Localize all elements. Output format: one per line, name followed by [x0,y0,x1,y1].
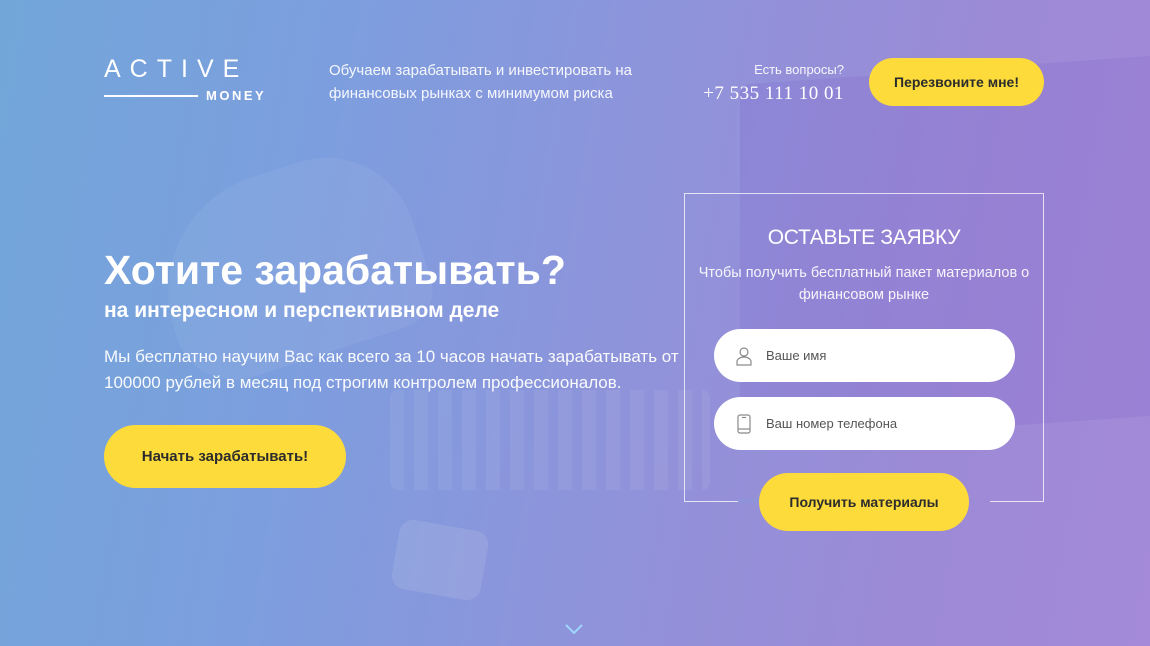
header-tagline: Обучаем зарабатывать и инвестировать на … [329,62,632,102]
hero-subtitle: на интересном и перспективном деле [104,299,500,322]
user-icon [734,345,754,367]
start-earning-button[interactable]: Начать зарабатывать! [104,425,346,488]
phone-input[interactable] [764,396,1015,451]
callback-button[interactable]: Перезвоните мне! [869,58,1044,106]
get-materials-button[interactable]: Получить материалы [759,473,969,531]
form-description: Чтобы получить бесплатный пакет материал… [698,265,1030,303]
form-title: ОСТАВЬТЕ ЗАЯВКУ [767,226,961,249]
contact-question: Есть вопросы? [754,62,844,77]
background-watch-shape [389,517,491,603]
contact-phone[interactable]: +7 535 111 10 01 [703,83,844,105]
background-keyboard-shape [390,390,710,490]
name-input[interactable] [764,328,1015,383]
logo[interactable]: ACTIVE MONEY [104,55,270,103]
hero-description: Мы бесплатно научим Вас как всего за 10 … [104,347,679,392]
chevron-down-icon[interactable] [564,622,584,636]
logo-sub-text: MONEY [206,88,267,103]
logo-main-text: ACTIVE [104,55,249,83]
phone-field[interactable] [714,396,1015,451]
hero-title: Хотите зарабатывать? [104,247,566,293]
name-field[interactable] [714,328,1015,383]
logo-underline [104,95,198,97]
smartphone-icon [734,413,754,435]
